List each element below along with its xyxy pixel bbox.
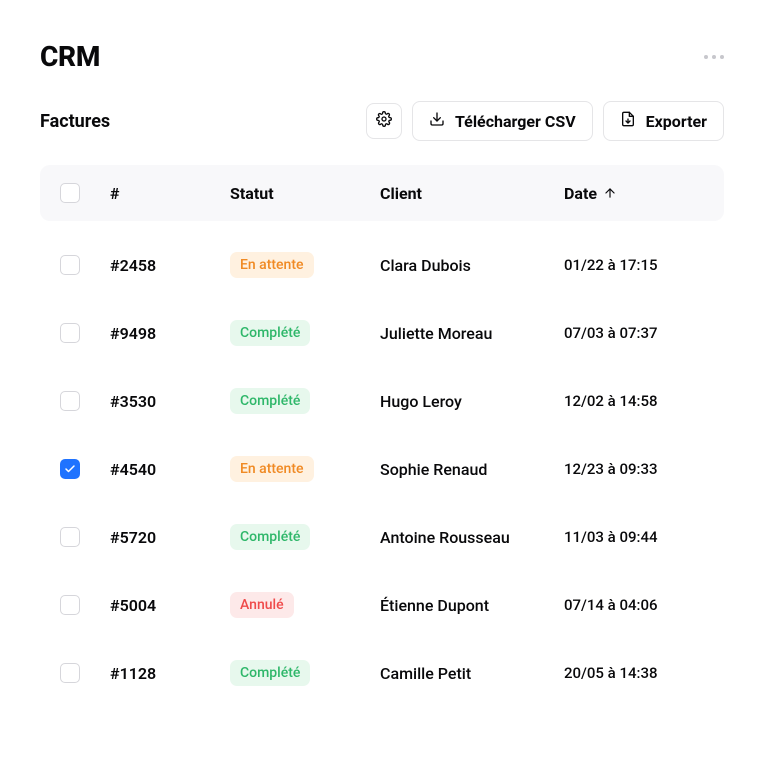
file-export-icon [620,111,636,131]
row-checkbox[interactable] [60,595,80,615]
table-row[interactable]: #5720Complété Antoine Rousseau11/03 à 09:… [40,503,724,571]
row-checkbox[interactable] [60,527,80,547]
status-badge: Complété [230,388,310,414]
gear-icon [376,111,392,131]
status-badge: Complété [230,524,310,550]
table-row[interactable]: #4540En attente Sophie Renaud12/23 à 09:3… [40,435,724,503]
row-checkbox[interactable] [60,255,80,275]
download-csv-label: Télécharger CSV [455,112,576,131]
section-label: Factures [40,111,110,132]
table-row[interactable]: #5004Annulé Étienne Dupont07/14 à 04:06 [40,571,724,639]
client-name: Camille Petit [380,664,564,683]
status-badge: Annulé [230,592,294,618]
row-checkbox[interactable] [60,323,80,343]
invoice-date: 07/03 à 07:37 [564,324,704,342]
row-checkbox[interactable] [60,663,80,683]
invoices-table: # Statut Client Date #2458En attenteClar… [40,165,724,707]
column-header-date[interactable]: Date [564,184,704,203]
table-header: # Statut Client Date [40,165,724,221]
page-title: CRM [40,40,100,73]
download-icon [429,111,445,131]
more-menu-button[interactable] [704,55,724,59]
invoice-id: #9498 [110,324,230,343]
table-row[interactable]: #1128Complété Camille Petit20/05 à 14:38 [40,639,724,707]
row-checkbox[interactable] [60,391,80,411]
arrow-up-icon [603,186,617,200]
invoice-id: #2458 [110,256,230,275]
column-header-date-label: Date [564,184,597,203]
invoice-date: 20/05 à 14:38 [564,664,704,682]
invoice-id: #1128 [110,664,230,683]
status-badge: Complété [230,320,310,346]
invoice-id: #5720 [110,528,230,547]
download-csv-button[interactable]: Télécharger CSV [412,101,593,141]
export-button[interactable]: Exporter [603,101,724,141]
client-name: Étienne Dupont [380,596,564,615]
column-header-id[interactable]: # [110,184,230,203]
column-header-status[interactable]: Statut [230,184,380,203]
invoice-id: #4540 [110,460,230,479]
client-name: Antoine Rousseau [380,528,564,547]
settings-button[interactable] [366,103,402,139]
table-row[interactable]: #2458En attente Clara Dubois01/22 à 17:15 [40,231,724,299]
invoice-id: #3530 [110,392,230,411]
client-name: Clara Dubois [380,256,564,275]
status-badge: Complété [230,660,310,686]
invoice-date: 01/22 à 17:15 [564,256,704,274]
invoice-date: 07/14 à 04:06 [564,596,704,614]
invoice-date: 12/23 à 09:33 [564,460,704,478]
client-name: Juliette Moreau [380,324,564,343]
client-name: Hugo Leroy [380,392,564,411]
row-checkbox[interactable] [60,459,80,479]
export-label: Exporter [646,112,707,131]
select-all-checkbox[interactable] [60,183,80,203]
status-badge: En attente [230,252,314,278]
invoice-date: 12/02 à 14:58 [564,392,704,410]
client-name: Sophie Renaud [380,460,564,479]
invoice-date: 11/03 à 09:44 [564,528,704,546]
table-row[interactable]: #9498Complété Juliette Moreau07/03 à 07:3… [40,299,724,367]
column-header-client[interactable]: Client [380,184,564,203]
status-badge: En attente [230,456,314,482]
invoice-id: #5004 [110,596,230,615]
table-row[interactable]: #3530Complété Hugo Leroy12/02 à 14:58 [40,367,724,435]
